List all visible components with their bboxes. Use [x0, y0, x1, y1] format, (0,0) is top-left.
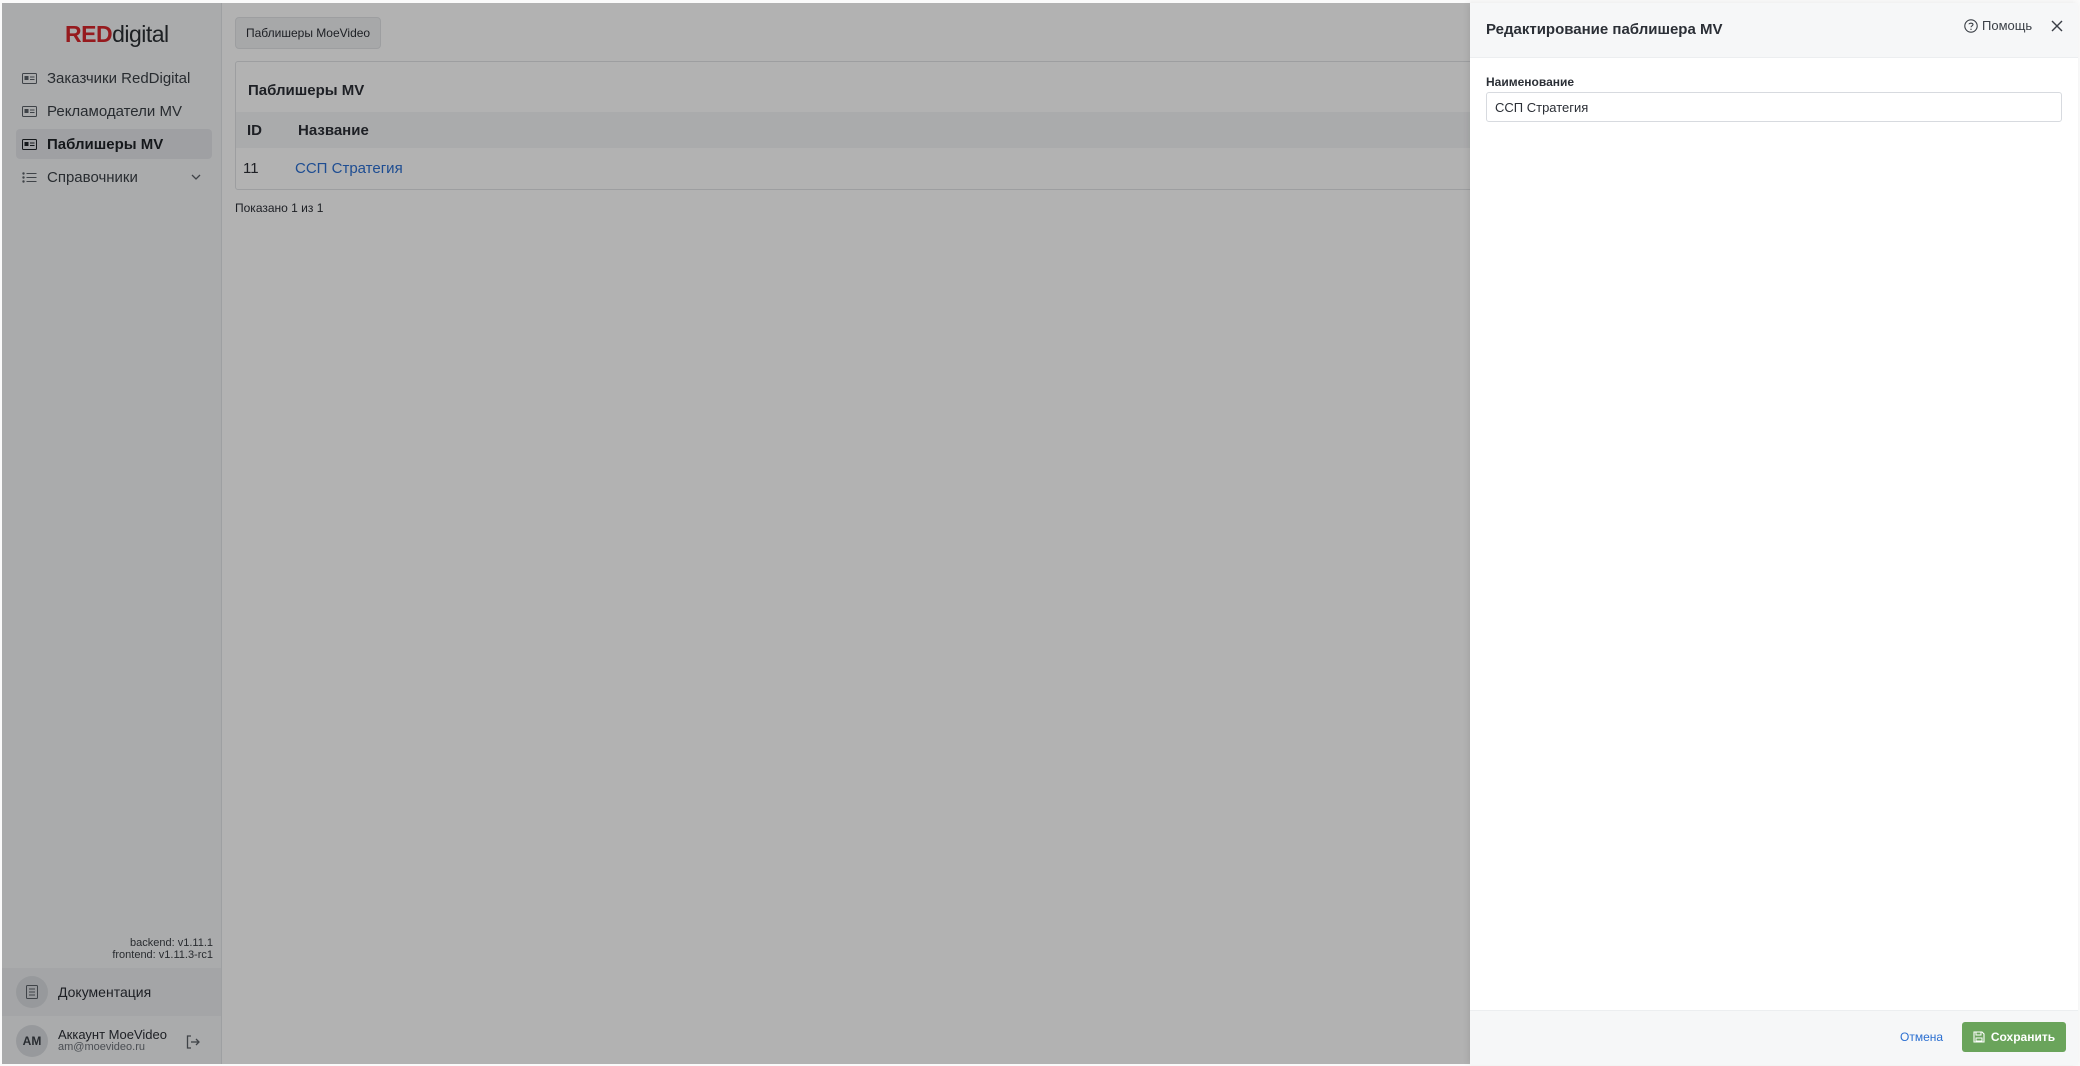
drawer-footer: Отмена Сохранить	[1470, 1010, 2078, 1065]
save-label: Сохранить	[1990, 1030, 2056, 1044]
help-label: Помощь	[1982, 18, 2033, 33]
help-button[interactable]: Помощь	[1964, 18, 2032, 33]
app: REDdigital Заказчики RedDigital Рекламод…	[2, 3, 2078, 1065]
modal-overlay[interactable]	[2, 3, 1470, 1064]
cancel-button[interactable]: Отмена	[1900, 1030, 1943, 1044]
name-field-label: Наименование	[1486, 75, 1575, 89]
drawer-header: Редактирование паблишера MV Помощь	[1470, 3, 2078, 58]
close-icon[interactable]	[2050, 19, 2064, 33]
floppy-disk-icon	[1973, 1031, 1985, 1043]
name-field[interactable]	[1486, 92, 2062, 122]
edit-publisher-drawer: Редактирование паблишера MV Помощь Наиме…	[1470, 3, 2078, 1065]
question-circle-icon	[1964, 18, 1978, 33]
save-button[interactable]: Сохранить	[1962, 1022, 2066, 1052]
drawer-title: Редактирование паблишера MV	[1486, 21, 1723, 38]
